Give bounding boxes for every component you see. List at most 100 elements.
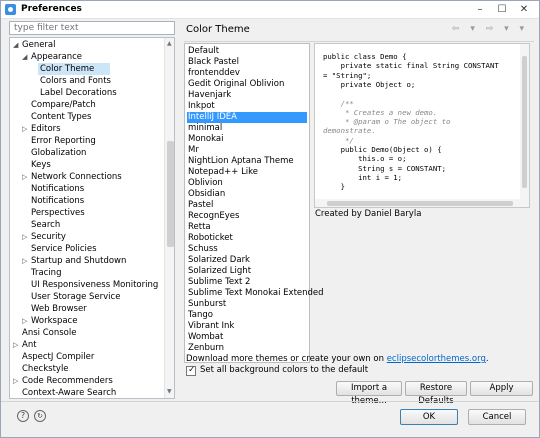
- theme-item[interactable]: Mr: [187, 145, 307, 156]
- theme-item[interactable]: Sublime Text 2: [187, 277, 307, 288]
- tree-item-label: Tracing: [31, 268, 62, 278]
- tree-item[interactable]: Notifications: [10, 195, 162, 207]
- cancel-button[interactable]: Cancel: [468, 409, 526, 425]
- preview-scroll-thumb[interactable]: [522, 56, 527, 188]
- collapsed-arrow-icon[interactable]: ▷: [22, 231, 27, 243]
- expanded-arrow-icon[interactable]: ◢: [22, 51, 27, 63]
- tree-item[interactable]: Context-Aware Search: [10, 387, 162, 398]
- collapsed-arrow-icon[interactable]: ▷: [13, 375, 18, 387]
- tree-item-label: General: [22, 40, 56, 50]
- tree-item[interactable]: Label Decorations: [10, 87, 162, 99]
- filter-input[interactable]: [9, 21, 175, 35]
- tree-item[interactable]: ▷ Editors: [10, 123, 162, 135]
- tree-item[interactable]: User Storage Service: [10, 291, 162, 303]
- tree-item[interactable]: ◢ Appearance: [10, 51, 162, 63]
- set-all-bg-checkbox[interactable]: [186, 365, 196, 376]
- theme-item[interactable]: Schuss: [187, 244, 307, 255]
- collapsed-arrow-icon[interactable]: ▷: [13, 339, 18, 351]
- tree-item[interactable]: Globalization: [10, 147, 162, 159]
- tree-item[interactable]: Compare/Patch: [10, 99, 162, 111]
- theme-item[interactable]: frontenddev: [187, 68, 307, 79]
- preview-hscroll-thumb[interactable]: [327, 201, 513, 206]
- tree-item-label: Compare/Patch: [31, 100, 96, 110]
- tree-item[interactable]: ▷ Network Connections: [10, 171, 162, 183]
- tree-item-label: Security: [31, 232, 66, 242]
- theme-item[interactable]: Monokai: [187, 134, 307, 145]
- close-button[interactable]: ✕: [513, 2, 535, 17]
- theme-item[interactable]: Sublime Text Monokai Extended: [187, 288, 324, 299]
- ok-button[interactable]: OK: [400, 409, 458, 425]
- tree-item[interactable]: Service Policies: [10, 243, 162, 255]
- tree-item[interactable]: ▷ Workspace: [10, 315, 162, 327]
- apply-button[interactable]: Apply: [470, 381, 533, 396]
- import-theme-button[interactable]: Import a theme...: [336, 381, 402, 406]
- theme-item[interactable]: Retta: [187, 222, 307, 233]
- tree-item-label: Network Connections: [31, 172, 122, 182]
- tree-item[interactable]: ▷ Startup and Shutdown: [10, 255, 162, 267]
- collapsed-arrow-icon[interactable]: ▷: [22, 123, 27, 135]
- preview-vertical-scrollbar[interactable]: [520, 44, 529, 207]
- theme-item[interactable]: Solarized Light: [187, 266, 307, 277]
- preview-horizontal-scrollbar[interactable]: [315, 199, 522, 207]
- restore-defaults-button[interactable]: Restore Defaults: [405, 381, 467, 406]
- tree-item[interactable]: ▷ Ant: [10, 339, 162, 351]
- tree-item[interactable]: Tracing: [10, 267, 162, 279]
- tree-item[interactable]: Checkstyle: [10, 363, 162, 375]
- theme-item[interactable]: Inkpot: [187, 101, 307, 112]
- tree-item[interactable]: Color Theme: [38, 63, 110, 75]
- scroll-up-icon[interactable]: ▲: [167, 40, 172, 47]
- theme-item[interactable]: Black Pastel: [187, 57, 307, 68]
- import-export-icon[interactable]: ↻: [34, 410, 46, 422]
- tree-item[interactable]: AspectJ Compiler: [10, 351, 162, 363]
- theme-item[interactable]: RecognEyes: [187, 211, 307, 222]
- theme-item[interactable]: Tango: [187, 310, 307, 321]
- download-text: Download more themes or create your own …: [186, 354, 489, 364]
- tree-item-label: Checkstyle: [22, 364, 69, 374]
- theme-item[interactable]: Pastel: [187, 200, 307, 211]
- collapsed-arrow-icon[interactable]: ▷: [22, 171, 27, 183]
- tree-item[interactable]: Notifications: [10, 183, 162, 195]
- history-nav-icons[interactable]: ⇦ ▾ ⇨ ▾ ▾: [452, 24, 528, 34]
- theme-item[interactable]: Zenburn: [187, 343, 307, 354]
- theme-item[interactable]: Havenjark: [187, 90, 307, 101]
- tree-item[interactable]: Search: [10, 219, 162, 231]
- collapsed-arrow-icon[interactable]: ▷: [22, 255, 27, 267]
- theme-item[interactable]: Wombat: [187, 332, 307, 343]
- tree-scroll-thumb[interactable]: [167, 141, 174, 247]
- tree-item[interactable]: ▷ Code Recommenders: [10, 375, 162, 387]
- expanded-arrow-icon[interactable]: ◢: [13, 39, 18, 51]
- tree-item[interactable]: ◢ General: [10, 39, 162, 51]
- theme-item[interactable]: Vibrant Ink: [187, 321, 307, 332]
- tree-item-label: Error Reporting: [31, 136, 96, 146]
- theme-item[interactable]: Gedit Original Oblivion: [187, 79, 307, 90]
- tree-item[interactable]: Content Types: [10, 111, 162, 123]
- tree-item[interactable]: Keys: [10, 159, 162, 171]
- help-icon[interactable]: ?: [17, 410, 29, 422]
- tree-item[interactable]: UI Responsiveness Monitoring: [10, 279, 162, 291]
- theme-item[interactable]: IntelliJ IDEA: [187, 112, 307, 123]
- tree-item[interactable]: Error Reporting: [10, 135, 162, 147]
- theme-item[interactable]: minimal: [187, 123, 307, 134]
- theme-item[interactable]: Solarized Dark: [187, 255, 307, 266]
- tree-item-label: Perspectives: [31, 208, 85, 218]
- theme-item[interactable]: Sunburst: [187, 299, 307, 310]
- minimize-button[interactable]: –: [469, 2, 491, 17]
- eclipsecolorthemes-link[interactable]: eclipsecolorthemes.org: [387, 354, 486, 364]
- tree-item[interactable]: Web Browser: [10, 303, 162, 315]
- tree-item[interactable]: Colors and Fonts: [10, 75, 162, 87]
- theme-item[interactable]: Oblivion: [187, 178, 307, 189]
- collapsed-arrow-icon[interactable]: ▷: [22, 315, 27, 327]
- theme-item[interactable]: Notepad++ Like: [187, 167, 307, 178]
- theme-item[interactable]: Obsidian: [187, 189, 307, 200]
- tree-item[interactable]: Perspectives: [10, 207, 162, 219]
- theme-item[interactable]: Roboticket: [187, 233, 307, 244]
- code-line: public Demo(Object o) {: [323, 145, 442, 154]
- tree-scrollbar[interactable]: ▲ ▼: [164, 38, 174, 398]
- theme-item[interactable]: NightLion Aptana Theme: [187, 156, 307, 167]
- tree-item[interactable]: Ansi Console: [10, 327, 162, 339]
- tree-item[interactable]: ▷ Security: [10, 231, 162, 243]
- maximize-button[interactable]: ☐: [491, 2, 513, 17]
- scroll-down-icon[interactable]: ▼: [167, 388, 172, 395]
- theme-item[interactable]: Default: [187, 46, 307, 57]
- tree-item-label: User Storage Service: [31, 292, 121, 302]
